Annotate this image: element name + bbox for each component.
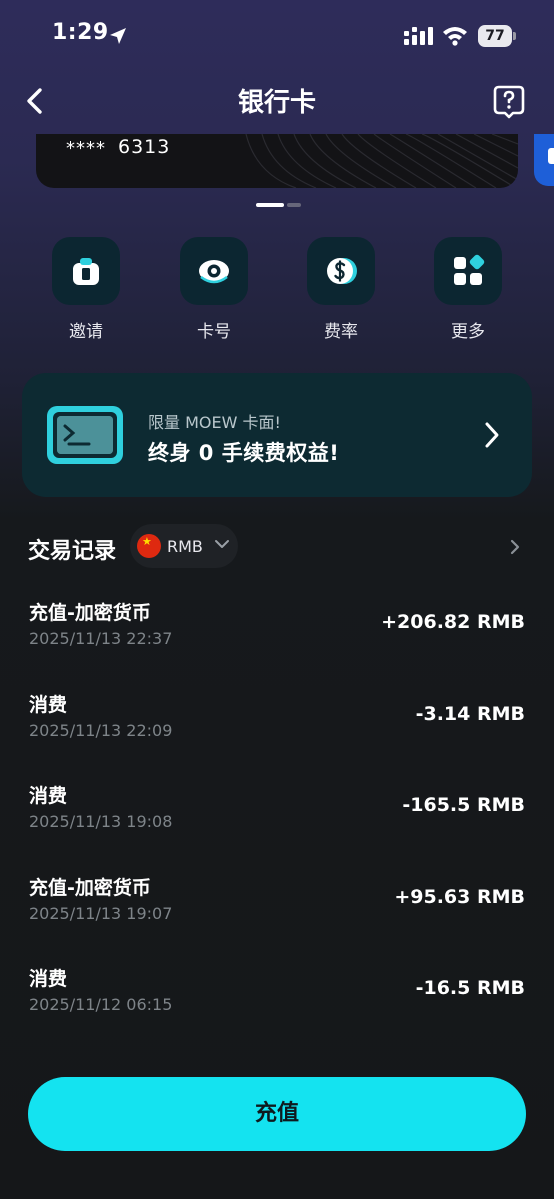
transaction-time: 2025/11/13 22:09	[29, 721, 173, 740]
transaction-amount: -16.5 RMB	[415, 977, 525, 999]
transaction-time: 2025/11/13 19:07	[29, 904, 173, 923]
quick-action-label: 邀请	[69, 322, 103, 342]
page-title: 银行卡	[237, 88, 316, 118]
transaction-title: 消费	[29, 785, 68, 807]
quick-action-label: 更多	[451, 322, 485, 342]
help-bubble-icon[interactable]	[492, 84, 526, 120]
transaction-amount: +95.63 RMB	[394, 886, 525, 908]
transactions-title: 交易记录	[28, 539, 117, 564]
eye-icon	[199, 260, 229, 284]
transaction-amount: -3.14 RMB	[415, 703, 525, 725]
battery-icon: 77	[478, 25, 516, 47]
bank-card[interactable]: **** 6313	[36, 134, 518, 188]
wifi-icon	[443, 27, 467, 46]
quick-action-rates[interactable]: 费率	[307, 237, 375, 342]
battery-level: 77	[478, 25, 512, 47]
topup-button[interactable]: 充值	[28, 1077, 526, 1151]
quick-action-label: 费率	[324, 322, 358, 342]
transaction-time: 2025/11/12 06:15	[29, 995, 173, 1014]
transaction-title: 消费	[29, 694, 68, 716]
dollar-coin-icon	[327, 258, 357, 284]
transaction-row[interactable]: 充值-加密货币 2025/11/13 22:37 +206.82 RMB	[0, 598, 554, 678]
transaction-row[interactable]: 消费 2025/11/12 06:15 -16.5 RMB	[0, 964, 554, 1044]
location-arrow-icon	[110, 28, 126, 44]
transaction-row[interactable]: 充值-加密货币 2025/11/13 19:07 +95.63 RMB	[0, 873, 554, 953]
card-mask: ****	[66, 138, 106, 159]
transaction-row[interactable]: 消费 2025/11/13 19:08 -165.5 RMB	[0, 781, 554, 861]
transaction-title: 充值-加密货币	[29, 602, 151, 624]
quick-action-label: 卡号	[197, 322, 231, 342]
china-flag-icon: ★	[137, 534, 161, 558]
more-tile[interactable]	[434, 237, 502, 305]
pager-dot[interactable]	[287, 203, 301, 207]
currency-selector[interactable]: ★ RMB	[130, 524, 238, 568]
chevron-down-icon	[215, 540, 229, 548]
invite-tile[interactable]	[52, 237, 120, 305]
transaction-time: 2025/11/13 19:08	[29, 812, 173, 831]
quick-action-more[interactable]: 更多	[434, 237, 502, 342]
next-card-peek[interactable]	[534, 134, 554, 186]
status-time: 1:29	[52, 20, 109, 45]
chevron-right-icon[interactable]	[482, 420, 502, 450]
transaction-title: 充值-加密货币	[29, 877, 151, 899]
battery-tip	[513, 32, 516, 40]
gift-icon	[73, 258, 99, 285]
promo-banner[interactable]: 限量 MOEW 卡面! 终身 0 手续费权益!	[22, 373, 532, 497]
rates-tile[interactable]	[307, 237, 375, 305]
cellular-signal-icon	[404, 27, 433, 45]
quick-action-invite[interactable]: 邀请	[52, 237, 120, 342]
currency-code: RMB	[167, 537, 203, 556]
pager-dot-active	[256, 203, 284, 207]
promo-subtitle: 限量 MOEW 卡面!	[148, 413, 281, 432]
chevron-right-icon[interactable]	[508, 538, 522, 556]
card-pattern	[245, 134, 518, 188]
transaction-amount: -165.5 RMB	[402, 794, 525, 816]
card-last4: 6313	[118, 136, 171, 158]
card-face-icon	[47, 406, 123, 464]
card-number-tile[interactable]	[180, 237, 248, 305]
transaction-amount: +206.82 RMB	[381, 611, 525, 633]
grid-icon	[454, 254, 485, 285]
transaction-row[interactable]: 消费 2025/11/13 22:09 -3.14 RMB	[0, 690, 554, 770]
transaction-title: 消费	[29, 968, 68, 990]
promo-title: 终身 0 手续费权益!	[148, 441, 340, 465]
transaction-time: 2025/11/13 22:37	[29, 629, 173, 648]
flag-star: ★	[142, 535, 152, 548]
quick-action-card-number[interactable]: 卡号	[180, 237, 248, 342]
status-bar: 1:29 77	[0, 0, 554, 72]
